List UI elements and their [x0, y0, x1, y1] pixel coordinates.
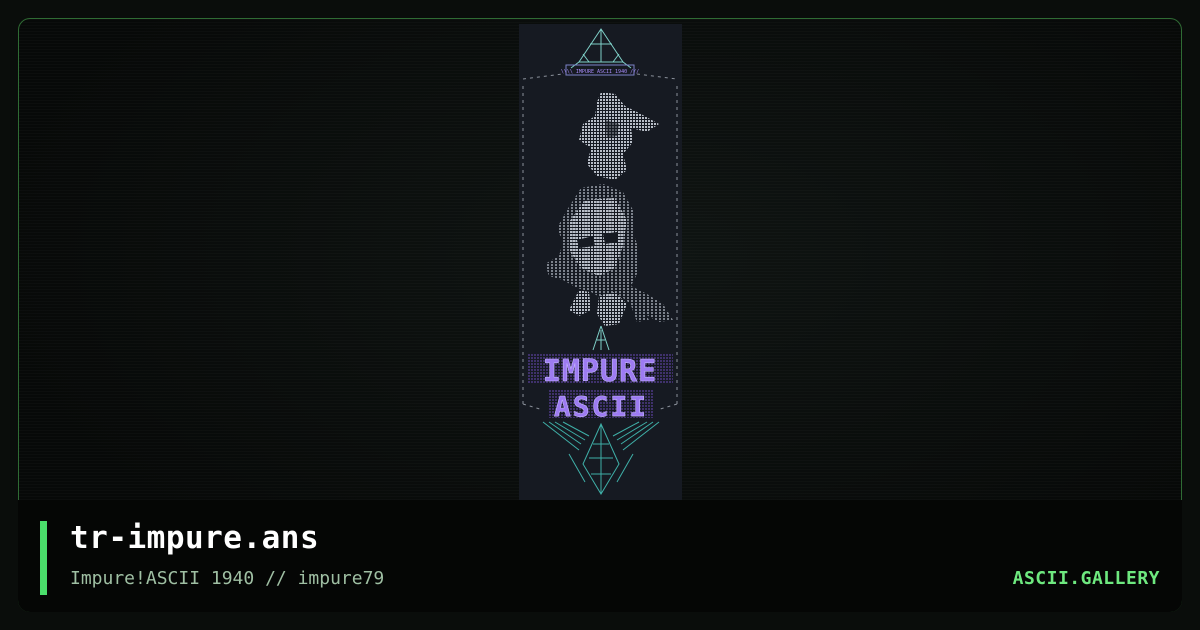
ascii-figure-face: [545, 184, 673, 326]
site-brand-link[interactable]: ASCII.GALLERY: [1013, 568, 1160, 589]
file-title: tr-impure.ans: [70, 520, 320, 556]
impure-logo: IMPURE ASCII: [527, 354, 673, 423]
ansi-artwork-preview[interactable]: \\\\ IMPURE ASCII 1940 /// IMPURE ASCII: [519, 24, 682, 500]
ascii-figure-upper: [579, 92, 659, 180]
triangle-crown-icon: [570, 28, 632, 69]
file-subtitle: Impure!ASCII 1940 // impure79: [70, 568, 385, 589]
logo-line-ascii: ASCII: [554, 390, 648, 423]
caption-bar: tr-impure.ans Impure!ASCII 1940 // impur…: [18, 500, 1182, 612]
diamond-wings-icon: [542, 421, 660, 495]
art-chevron-mark: [592, 325, 610, 351]
art-header-tag: \\\\ IMPURE ASCII 1940 ///: [561, 69, 639, 75]
logo-line-impure: IMPURE: [543, 354, 657, 389]
accent-bar: [40, 521, 47, 595]
